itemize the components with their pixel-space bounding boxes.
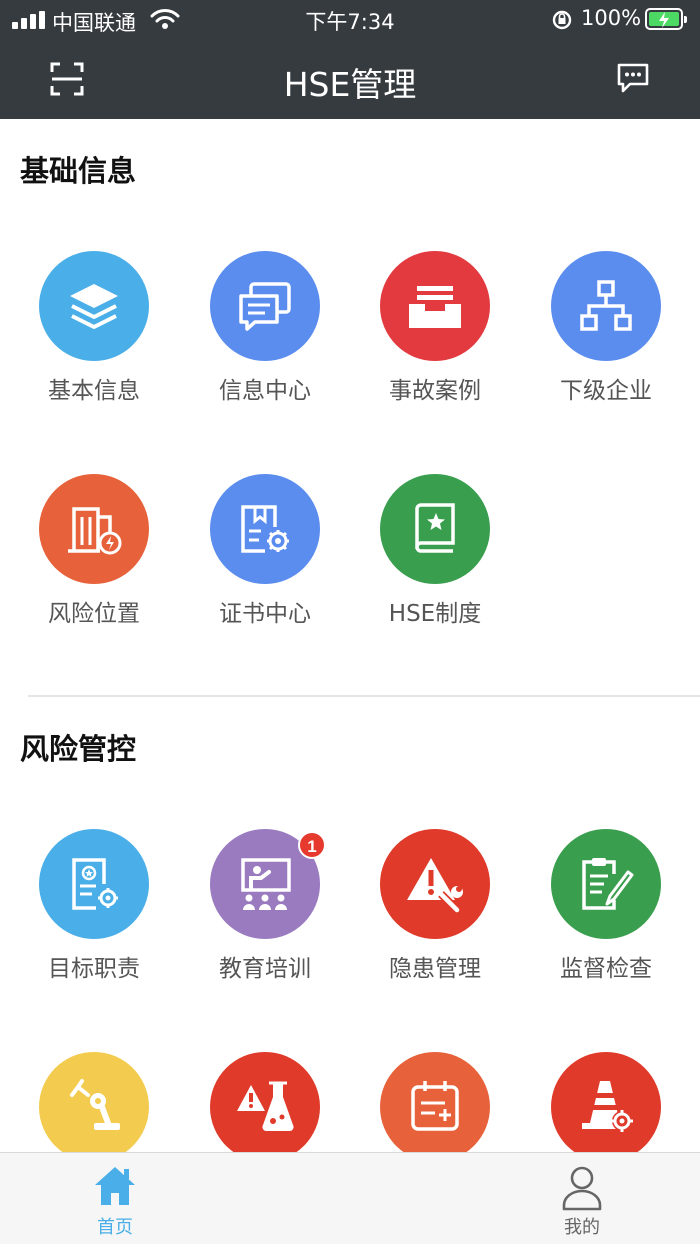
message-icon[interactable] (616, 62, 650, 94)
warning-wrench-icon (380, 829, 490, 939)
layers-icon (39, 251, 149, 361)
grid-item-label: 教育培训 (219, 956, 311, 982)
notification-badge: 1 (298, 831, 326, 859)
grid-item-label: 风险位置 (48, 601, 140, 627)
grid-item-supervision-inspection[interactable]: 监督检查 (521, 829, 691, 1009)
cone-gear-icon (551, 1052, 661, 1162)
grid-item-label: 下级企业 (560, 378, 652, 404)
grid-item-label: 证书中心 (219, 601, 311, 627)
robot-arm-icon (39, 1052, 149, 1162)
grid-item-label: 信息中心 (219, 378, 311, 404)
tab-home[interactable]: 首页 (55, 1153, 175, 1244)
chat-icon (210, 251, 320, 361)
inbox-icon (380, 251, 490, 361)
grid-item-label: 基本信息 (48, 378, 140, 404)
grid-item-label: 监督检查 (560, 956, 652, 982)
grid-item-hse-rules[interactable]: HSE制度 (350, 474, 520, 654)
bottom-tab-bar: 首页 我的 (0, 1152, 700, 1244)
tab-label: 首页 (97, 1217, 133, 1238)
section-divider (28, 695, 700, 697)
tab-label: 我的 (564, 1217, 600, 1238)
grid-item-label: 目标职责 (48, 956, 140, 982)
grid-item-hazard-management[interactable]: 隐患管理 (350, 829, 520, 1009)
grid-item-target-duties[interactable]: 目标职责 (9, 829, 179, 1009)
page-title: HSE管理 (283, 65, 417, 104)
grid-item-education-training[interactable]: 1 教育培训 (180, 829, 350, 1009)
battery-percent: 100% (581, 6, 642, 30)
user-icon (562, 1166, 602, 1211)
section-title-basic-info: 基础信息 (20, 154, 137, 188)
grid-item-label: 隐患管理 (389, 956, 481, 982)
grid-item-accident-cases[interactable]: 事故案例 (350, 251, 520, 431)
calendar-add-icon (380, 1052, 490, 1162)
book-icon (380, 474, 490, 584)
grid-item-subordinate-companies[interactable]: 下级企业 (521, 251, 691, 431)
certificate-icon (210, 474, 320, 584)
grid-item-info-center[interactable]: 信息中心 (180, 251, 350, 431)
battery-icon (645, 8, 687, 30)
grid-item-label: 事故案例 (389, 378, 481, 404)
top-bar: 中国联通 下午7:34 100% HSE管理 (0, 0, 700, 119)
target-doc-icon (39, 829, 149, 939)
building-icon (39, 474, 149, 584)
grid-item-basic-info[interactable]: 基本信息 (9, 251, 179, 431)
grid-item-risk-location[interactable]: 风险位置 (9, 474, 179, 654)
grid-item-certificate-center[interactable]: 证书中心 (180, 474, 350, 654)
status-bar: 中国联通 下午7:34 100% (0, 0, 700, 40)
org-chart-icon (551, 251, 661, 361)
home-icon (95, 1167, 135, 1205)
tab-mine[interactable]: 我的 (522, 1153, 642, 1244)
clipboard-icon (551, 829, 661, 939)
grid-item-label: HSE制度 (388, 601, 482, 627)
chemical-icon (210, 1052, 320, 1162)
section-title-risk-control: 风险管控 (20, 732, 137, 766)
rotation-lock-icon (552, 10, 572, 30)
